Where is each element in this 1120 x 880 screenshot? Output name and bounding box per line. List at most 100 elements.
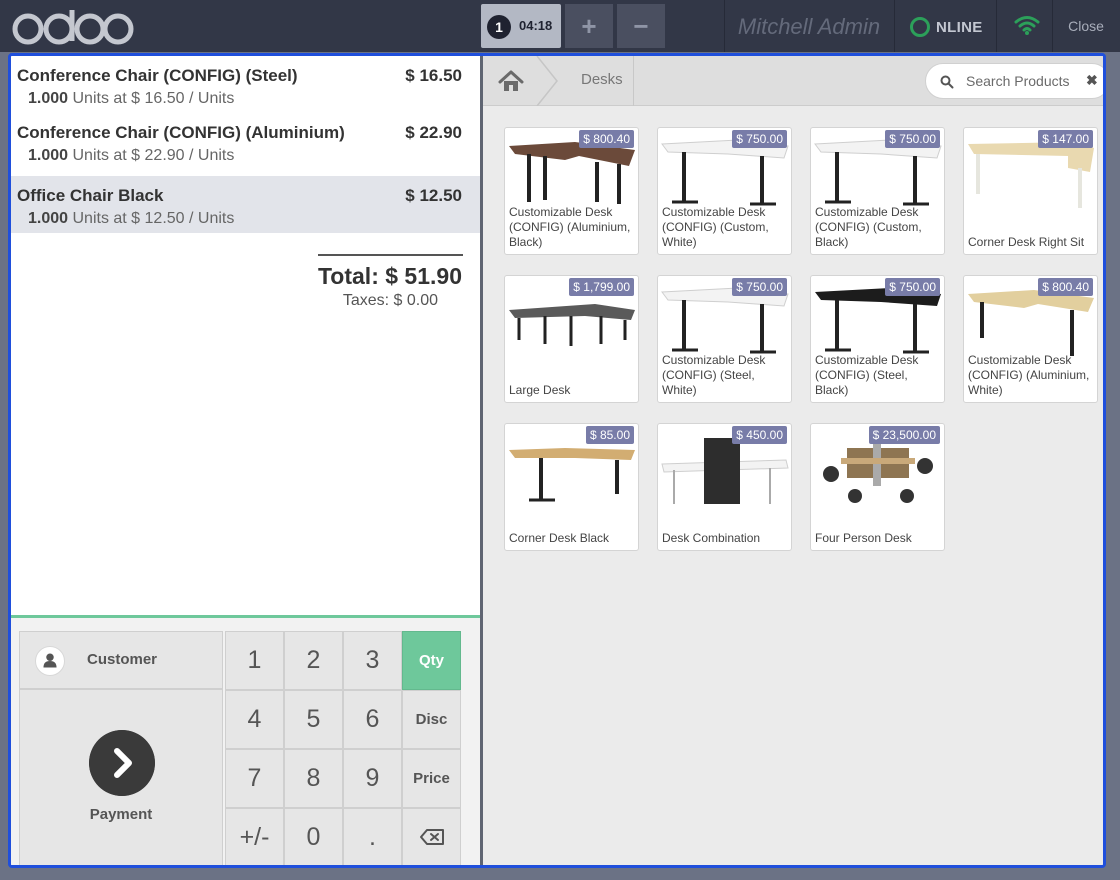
breadcrumb-category[interactable]: Desks xyxy=(581,71,623,88)
payment-label: Payment xyxy=(89,806,153,823)
order-tab[interactable]: 1 04:18 xyxy=(481,4,561,48)
topbar-divider xyxy=(1052,0,1053,52)
product-price-tag: $ 147.00 xyxy=(1038,130,1093,148)
order-line[interactable]: Conference Chair (CONFIG) (Aluminium) $ … xyxy=(11,113,480,170)
product-name: Corner Desk Black xyxy=(509,531,610,545)
order-line-info: 1.000 Units at $ 12.50 / Units xyxy=(28,210,234,228)
odoo-logo xyxy=(12,10,134,45)
numpad-key-decimal[interactable]: . xyxy=(343,808,402,865)
order-line-info: 1.000 Units at $ 16.50 / Units xyxy=(28,90,234,108)
product-card[interactable]: $ 750.00 Customizable Desk (CONFIG) (Ste… xyxy=(810,275,945,403)
payment-button[interactable]: Payment xyxy=(19,689,223,865)
order-line-price: $ 12.50 xyxy=(405,186,462,205)
user-icon xyxy=(35,646,65,676)
product-name: Desk Combination xyxy=(662,531,761,545)
topbar-divider xyxy=(894,0,895,52)
order-line-selected[interactable]: Office Chair Black $ 12.50 1.000 Units a… xyxy=(11,176,480,233)
numpad-key-7[interactable]: 7 xyxy=(225,749,284,808)
qty-mode-button[interactable]: Qty xyxy=(402,631,461,690)
product-price-tag: $ 750.00 xyxy=(732,278,787,296)
order-line[interactable]: Conference Chair (CONFIG) (Steel) $ 16.5… xyxy=(11,56,480,113)
search-icon xyxy=(940,75,954,89)
customer-label: Customer xyxy=(87,651,158,668)
numpad-key-2[interactable]: 2 xyxy=(284,631,343,690)
numpad-key-1[interactable]: 1 xyxy=(225,631,284,690)
discount-mode-button[interactable]: Disc xyxy=(402,690,461,749)
product-price-tag: $ 800.40 xyxy=(579,130,634,148)
price-mode-button[interactable]: Price xyxy=(402,749,461,808)
summary-divider xyxy=(318,254,463,256)
order-line-unit-text: Units at $ 12.50 / Units xyxy=(68,210,235,227)
product-price-tag: $ 23,500.00 xyxy=(868,426,940,444)
product-price-tag: $ 750.00 xyxy=(885,278,940,296)
product-name: Customizable Desk (CONFIG) (Custom, Whit… xyxy=(662,205,769,249)
product-card[interactable]: $ 750.00 Customizable Desk (CONFIG) (Cus… xyxy=(657,127,792,255)
product-card[interactable]: $ 450.00 Desk Combination xyxy=(657,423,792,551)
order-line-qty: 1.000 xyxy=(28,210,69,227)
product-price-tag: $ 750.00 xyxy=(885,130,940,148)
order-line-qty: 1.000 xyxy=(28,90,69,107)
home-icon[interactable] xyxy=(491,66,531,96)
product-card[interactable]: $ 85.00 Corner Desk Black xyxy=(504,423,639,551)
order-line-price: $ 16.50 xyxy=(405,66,462,85)
online-status-icon xyxy=(910,17,930,37)
order-line-unit-text: Units at $ 16.50 / Units xyxy=(68,90,235,107)
remove-order-button[interactable]: − xyxy=(617,4,665,48)
backspace-button[interactable] xyxy=(402,808,461,865)
clear-search-icon[interactable]: ✖ xyxy=(1086,72,1098,89)
order-line-unit-text: Units at $ 22.90 / Units xyxy=(68,147,235,164)
product-card[interactable]: $ 800.40 Customizable Desk (CONFIG) (Alu… xyxy=(504,127,639,255)
product-name: Customizable Desk (CONFIG) (Aluminium, W… xyxy=(968,353,1090,397)
numpad-key-4[interactable]: 4 xyxy=(225,690,284,749)
chevron-right-icon xyxy=(89,730,155,796)
numpad-key-3[interactable]: 3 xyxy=(343,631,402,690)
product-price-tag: $ 750.00 xyxy=(732,130,787,148)
product-card[interactable]: $ 23,500.00 Four Person Desk xyxy=(810,423,945,551)
breadcrumb: Desks ✖ xyxy=(483,56,1103,106)
customer-button[interactable]: Customer xyxy=(19,631,223,689)
pos-main-frame: Conference Chair (CONFIG) (Steel) $ 16.5… xyxy=(8,53,1106,868)
close-button[interactable]: Close xyxy=(1060,0,1112,52)
sync-status[interactable]: NLINE xyxy=(900,0,996,52)
product-card[interactable]: $ 147.00 Corner Desk Right Sit xyxy=(963,127,1098,255)
product-name: Four Person Desk xyxy=(815,531,912,545)
order-total: Total: $ 51.90 xyxy=(317,263,462,289)
order-line-product-name: Conference Chair (CONFIG) (Steel) xyxy=(17,66,298,85)
product-name: Customizable Desk (CONFIG) (Steel, White… xyxy=(662,353,766,397)
product-card[interactable]: $ 1,799.00 Large Desk xyxy=(504,275,639,403)
product-name: Customizable Desk (CONFIG) (Aluminium, B… xyxy=(509,205,631,249)
product-name: Customizable Desk (CONFIG) (Steel, Black… xyxy=(815,353,919,397)
numpad-key-5[interactable]: 5 xyxy=(284,690,343,749)
top-bar: 1 04:18 + − Mitchell Admin NLINE Close xyxy=(0,0,1120,52)
numpad-key-6[interactable]: 6 xyxy=(343,690,402,749)
product-name: Customizable Desk (CONFIG) (Custom, Blac… xyxy=(815,205,922,249)
product-price-tag: $ 85.00 xyxy=(585,426,634,444)
control-pads: Customer Payment 1 2 3 Qty 4 5 6 Disc 7 … xyxy=(11,615,480,865)
order-line-product-name: Conference Chair (CONFIG) (Aluminium) xyxy=(17,123,345,142)
product-price-tag: $ 800.40 xyxy=(1038,278,1093,296)
online-status-label: NLINE xyxy=(936,19,983,36)
numpad-key-8[interactable]: 8 xyxy=(284,749,343,808)
product-price-tag: $ 1,799.00 xyxy=(569,278,634,296)
product-card[interactable]: $ 750.00 Customizable Desk (CONFIG) (Ste… xyxy=(657,275,792,403)
product-search: ✖ xyxy=(925,63,1103,99)
product-price-tag: $ 450.00 xyxy=(732,426,787,444)
numpad-key-0[interactable]: 0 xyxy=(284,808,343,865)
order-line-qty: 1.000 xyxy=(28,147,69,164)
backspace-icon xyxy=(419,829,444,845)
breadcrumb-separator-icon xyxy=(536,56,558,106)
topbar-divider xyxy=(996,0,997,52)
wifi-icon[interactable] xyxy=(1014,14,1040,36)
product-card[interactable]: $ 800.40 Customizable Desk (CONFIG) (Alu… xyxy=(963,275,1098,403)
order-line-price: $ 22.90 xyxy=(405,123,462,142)
numpad-key-9[interactable]: 9 xyxy=(343,749,402,808)
add-order-button[interactable]: + xyxy=(565,4,613,48)
product-name: Large Desk xyxy=(509,383,571,397)
product-screen: Desks ✖ $ 800.40 Customizable Desk xyxy=(483,56,1103,865)
search-input[interactable] xyxy=(966,71,1081,91)
numpad-key-plus-minus[interactable]: +/- xyxy=(225,808,284,865)
product-card[interactable]: $ 750.00 Customizable Desk (CONFIG) (Cus… xyxy=(810,127,945,255)
order-line-product-name: Office Chair Black xyxy=(17,186,164,205)
order-number-badge: 1 xyxy=(487,15,511,39)
cashier-name[interactable]: Mitchell Admin xyxy=(724,0,894,52)
